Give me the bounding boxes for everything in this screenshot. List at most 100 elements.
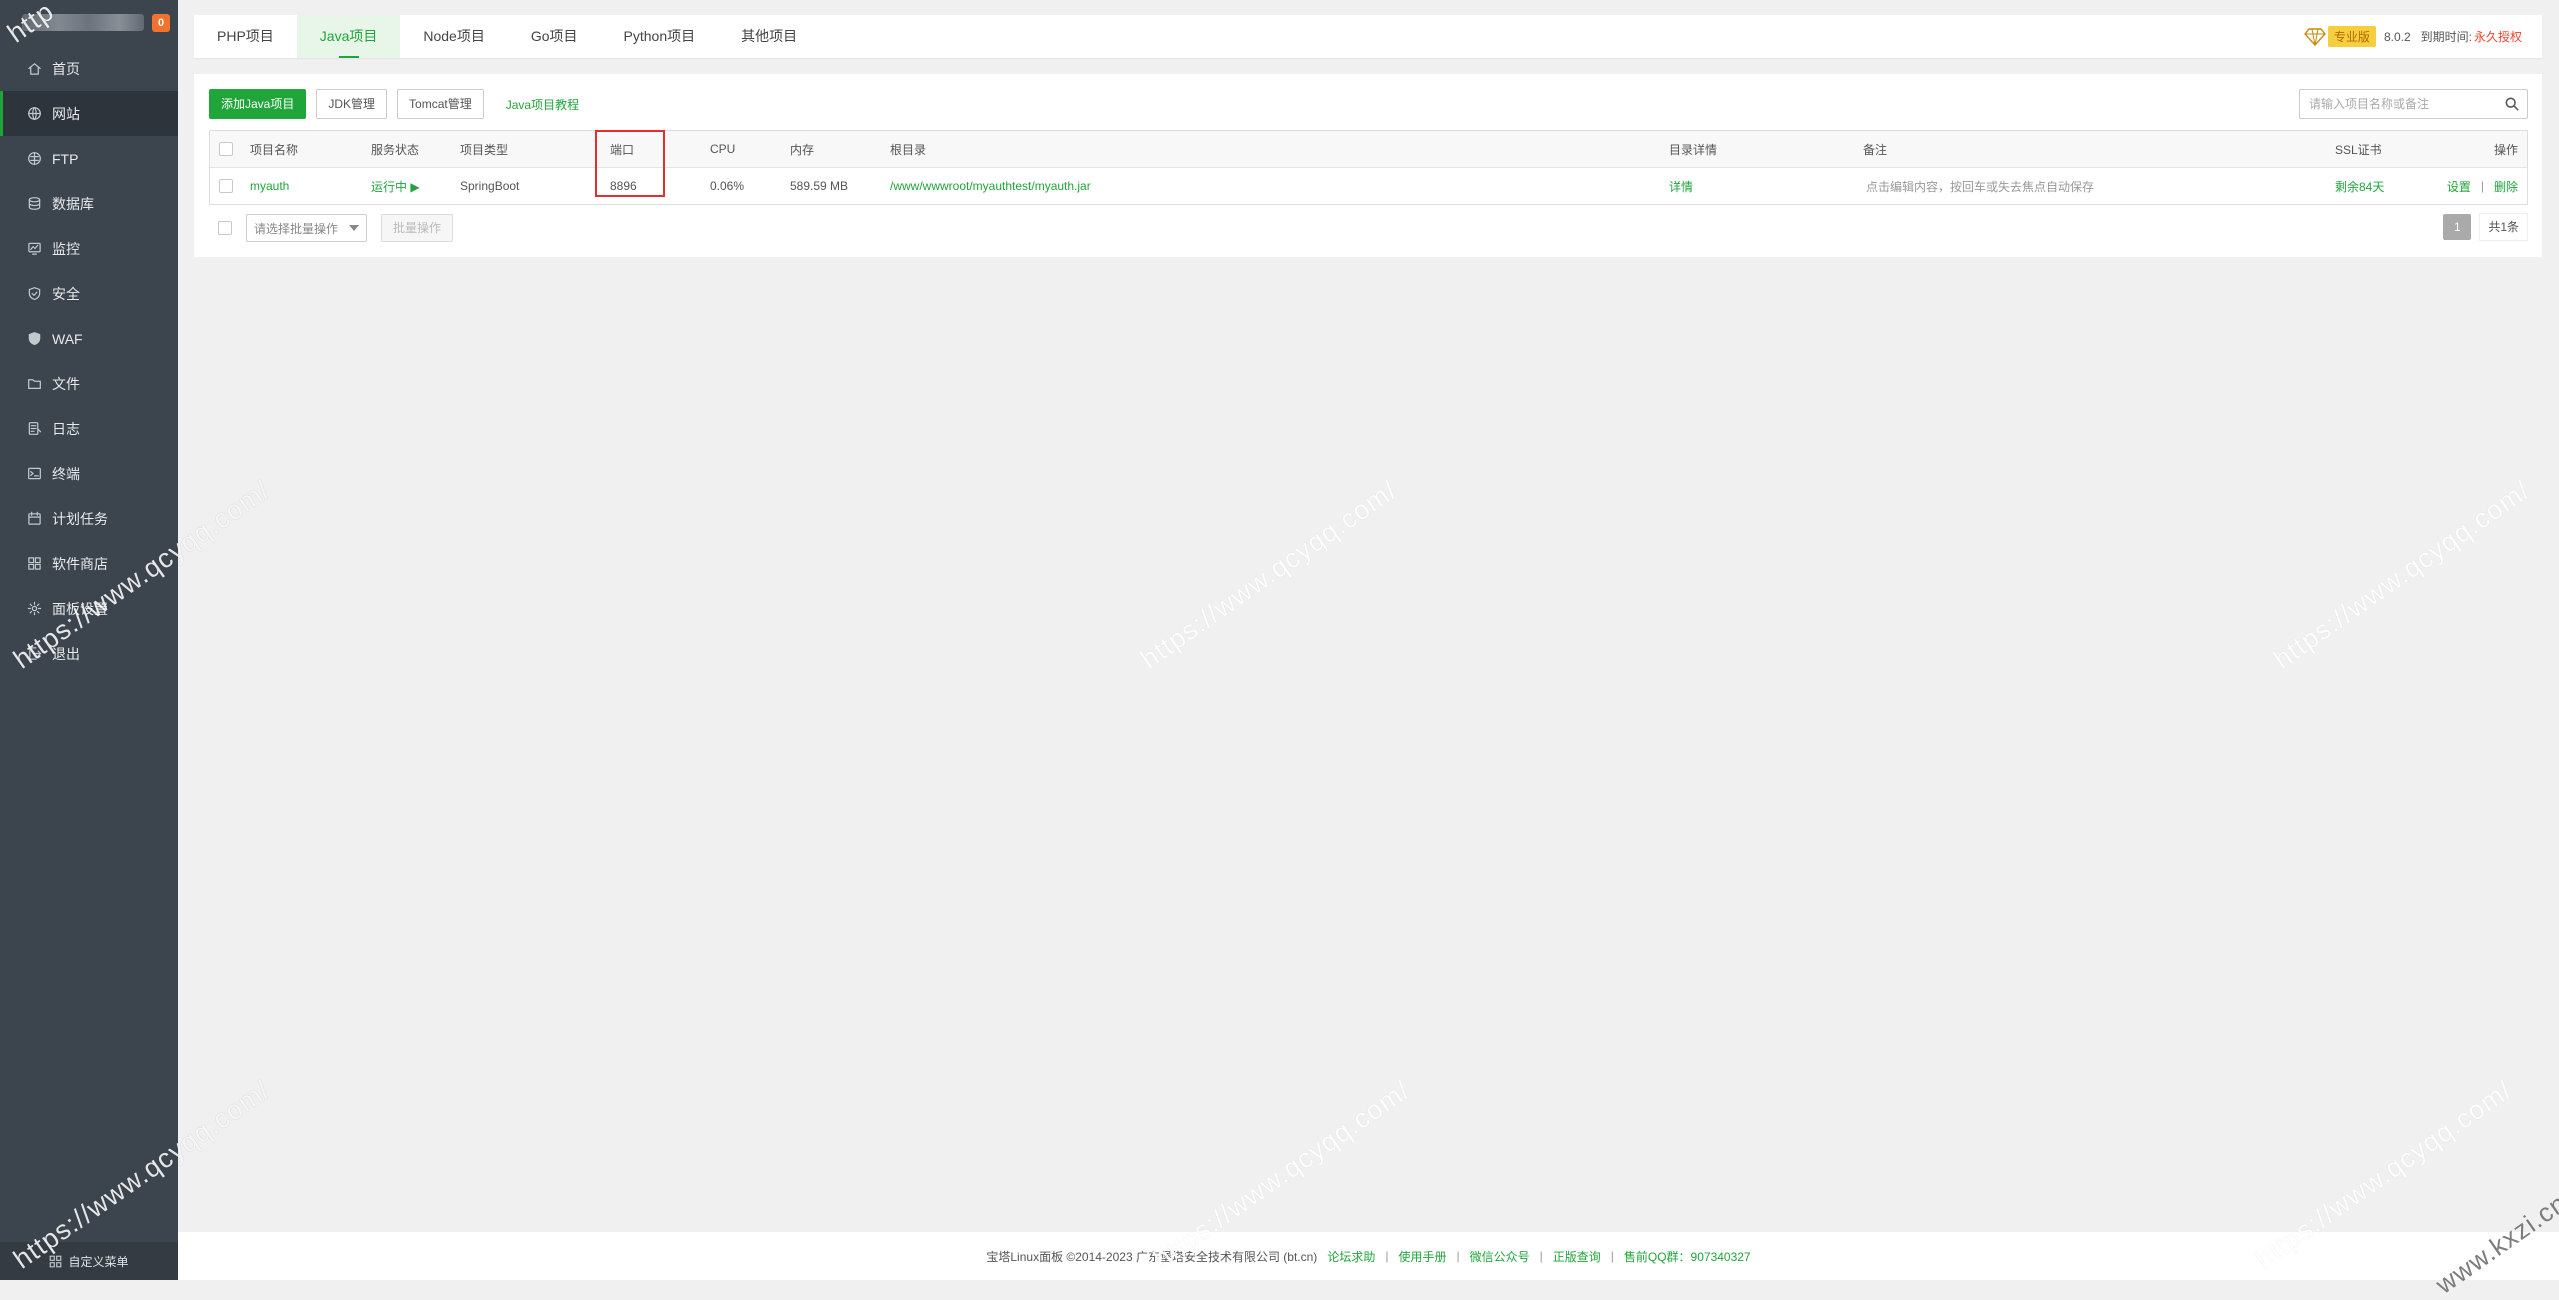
bulk-select-placeholder: 请选择批量操作 <box>254 221 339 236</box>
custom-menu-button[interactable]: 自定义菜单 <box>0 1242 178 1280</box>
sidebar-item-label: 文件 <box>52 375 80 392</box>
sidebar-item[interactable]: 退出 <box>0 631 178 676</box>
row-checkbox[interactable] <box>219 179 233 193</box>
waf-shield-icon <box>26 331 42 347</box>
expire-label: 到期时间: <box>2420 30 2472 44</box>
jdk-manage-button[interactable]: JDK管理 <box>316 89 388 119</box>
sidebar-item[interactable]: 安全 <box>0 271 178 316</box>
search-box <box>2299 89 2528 119</box>
home-icon <box>26 61 42 77</box>
col-root: 根目录 <box>890 142 927 157</box>
expire-value[interactable]: 永久授权 <box>2474 28 2522 45</box>
add-java-project-button[interactable]: 添加Java项目 <box>209 89 307 119</box>
sidebar-item[interactable]: 面板设置 <box>0 586 178 631</box>
footer-qq-group[interactable]: 售前QQ群：907340327 <box>1624 1248 1751 1265</box>
project-table: 项目名称 服务状态 项目类型 端口 CPU 内存 根目录 目录详情 备注 SSL… <box>209 130 2528 205</box>
project-port: 8896 <box>610 179 637 193</box>
sidebar-item-label: 软件商店 <box>52 555 108 572</box>
gear-icon <box>26 601 42 617</box>
settings-link[interactable]: 设置 <box>2447 178 2471 195</box>
project-memory: 589.59 MB <box>790 179 849 193</box>
tab-project-type[interactable]: 其他项目 <box>718 15 820 58</box>
sidebar-item-label: 监控 <box>52 240 80 257</box>
grid-icon <box>50 1255 62 1267</box>
footer-link-wechat[interactable]: 微信公众号 <box>1470 1248 1530 1265</box>
col-type: 项目类型 <box>460 142 509 157</box>
search-input[interactable] <box>2300 90 2497 118</box>
footer-link-manual[interactable]: 使用手册 <box>1398 1248 1446 1265</box>
sidebar-header: 0 <box>0 0 178 46</box>
sidebar-item[interactable]: 文件 <box>0 361 178 406</box>
chevron-down-icon <box>349 225 359 231</box>
action-separator: | <box>2480 179 2484 193</box>
version-text[interactable]: 8.0.2 <box>2384 30 2411 44</box>
notification-badge[interactable]: 0 <box>152 14 170 32</box>
bulk-action-select[interactable]: 请选择批量操作 <box>246 214 367 242</box>
tab-project-type[interactable]: Go项目 <box>508 15 601 58</box>
page-number[interactable]: 1 <box>2443 214 2472 240</box>
sidebar-item-label: 退出 <box>52 645 80 662</box>
sidebar-item-label: 网站 <box>52 105 80 122</box>
tomcat-manage-button[interactable]: Tomcat管理 <box>397 89 484 119</box>
tab-project-type[interactable]: Java项目 <box>296 15 401 58</box>
col-port: 端口 <box>610 142 635 157</box>
col-cpu: CPU <box>710 142 736 156</box>
project-tabs: PHP项目 Java项目 Node项目 Go项目 Python项目 其他项目 <box>194 15 2542 58</box>
note-editable[interactable]: 点击编辑内容，按回车或失去焦点自动保存 <box>1866 168 2094 204</box>
col-status: 服务状态 <box>371 142 420 157</box>
col-name[interactable]: 项目名称 <box>250 131 298 167</box>
ssl-status-link[interactable]: 剩余84天 <box>2335 168 2384 204</box>
sidebar-item-label: 日志 <box>52 420 80 437</box>
delete-link[interactable]: 删除 <box>2494 178 2518 195</box>
row-checkbox-cell <box>219 168 233 204</box>
footer-separator: | <box>1456 1249 1460 1263</box>
sidebar-item[interactable]: 网站 <box>0 91 178 136</box>
bulk-controls: 请选择批量操作 批量操作 <box>209 213 463 243</box>
toolbar: 添加Java项目 JDK管理 Tomcat管理 Java项目教程 <box>209 89 579 119</box>
log-icon <box>26 421 42 437</box>
shield-icon <box>26 286 42 302</box>
copyright-text: 宝塔Linux面板 ©2014-2023 广东堡塔安全技术有限公司 (bt.cn… <box>986 1249 1318 1264</box>
pagination: 1 共1条 <box>2443 213 2528 241</box>
footer-link-forum[interactable]: 论坛求助 <box>1327 1248 1375 1265</box>
sidebar-item[interactable]: 数据库 <box>0 181 178 226</box>
sidebar-item[interactable]: 计划任务 <box>0 496 178 541</box>
detail-link[interactable]: 详情 <box>1669 168 1693 204</box>
project-name-link[interactable]: myauth <box>250 168 289 204</box>
project-type-tabs-panel: PHP项目 Java项目 Node项目 Go项目 Python项目 其他项目 专业版 8.… <box>194 15 2542 58</box>
tab-project-type[interactable]: Python项目 <box>601 15 719 58</box>
bulk-action-button[interactable]: 批量操作 <box>381 214 454 242</box>
search-icon[interactable] <box>2497 97 2527 111</box>
footer-link-license[interactable]: 正版查询 <box>1553 1248 1601 1265</box>
select-all-checkbox[interactable] <box>219 142 233 156</box>
server-ip-blurred[interactable] <box>22 14 144 31</box>
sidebar-item[interactable]: 软件商店 <box>0 541 178 586</box>
sidebar-item-label: 面板设置 <box>52 600 108 617</box>
sidebar-item[interactable]: 监控 <box>0 226 178 271</box>
bulk-select-checkbox[interactable] <box>218 221 232 235</box>
service-status[interactable]: 运行中 ▶ <box>371 168 420 204</box>
edition-badge[interactable]: 专业版 <box>2327 26 2376 47</box>
sidebar-item[interactable]: 终端 <box>0 451 178 496</box>
sidebar-item-label: 数据库 <box>52 195 94 212</box>
sidebar-item[interactable]: 日志 <box>0 406 178 451</box>
sidebar-item-label: 安全 <box>52 285 80 302</box>
tab-project-type[interactable]: PHP项目 <box>194 15 297 58</box>
custom-menu-label: 自定义菜单 <box>68 1254 129 1269</box>
globe-icon <box>26 106 42 122</box>
folder-icon <box>26 376 42 392</box>
col-action: 操作 <box>2493 142 2518 157</box>
sidebar-item[interactable]: 首页 <box>0 46 178 91</box>
tab-project-type[interactable]: Node项目 <box>400 15 507 58</box>
col-detail: 目录详情 <box>1669 142 1718 157</box>
footer-separator: | <box>1539 1249 1543 1263</box>
java-tutorial-link[interactable]: Java项目教程 <box>506 96 579 113</box>
sidebar-item[interactable]: WAF <box>0 316 178 361</box>
sidebar-item-label: FTP <box>52 150 79 167</box>
footer-separator: | <box>1385 1249 1389 1263</box>
total-count: 共1条 <box>2479 213 2528 241</box>
logout-icon <box>26 646 42 662</box>
project-root-link[interactable]: /www/wwwroot/myauthtest/myauth.jar <box>890 168 1091 204</box>
sidebar-item[interactable]: FTP <box>0 136 178 181</box>
diamond-icon <box>2304 27 2326 46</box>
